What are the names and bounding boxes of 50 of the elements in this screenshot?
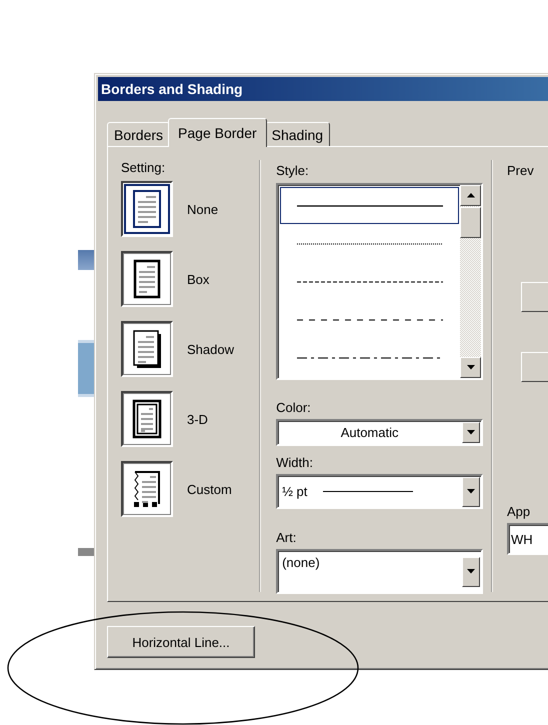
tab[interactable]: Borders xyxy=(107,122,170,146)
window-title: Borders and Shading xyxy=(98,77,548,101)
width-dropdown[interactable]: ½ pt xyxy=(276,474,484,509)
setting-label: Custom xyxy=(187,482,232,496)
scroll-down-button[interactable] xyxy=(460,357,482,378)
field-label: Width: xyxy=(276,455,314,472)
dropdown-arrow-icon xyxy=(467,569,476,574)
field-label: Style: xyxy=(276,163,310,180)
setting-option[interactable] xyxy=(121,321,173,377)
apply-to-field[interactable]: WH xyxy=(507,523,548,555)
art-dropdown[interactable]: (none) xyxy=(276,549,484,594)
dropdown-arrow-icon xyxy=(467,430,476,435)
boxed-page-icon xyxy=(132,259,162,299)
line-style-icon xyxy=(296,281,443,283)
section-label: Setting: xyxy=(121,160,166,177)
shadowed-page-icon xyxy=(132,329,162,369)
line-style-option[interactable] xyxy=(280,187,460,224)
document-header-bar xyxy=(78,250,94,270)
setting-option[interactable] xyxy=(121,391,173,447)
scroll-up-button[interactable] xyxy=(460,185,482,206)
setting-label: 3-D xyxy=(187,412,208,426)
border-toggle-button[interactable] xyxy=(521,352,548,382)
border-toggle-button[interactable] xyxy=(521,282,548,312)
framed-page-icon xyxy=(132,399,162,439)
horizontal-line-button[interactable]: Horizontal Line... xyxy=(107,626,255,658)
section-label: Prev xyxy=(507,163,535,180)
field-label: App xyxy=(507,504,532,521)
style-list[interactable] xyxy=(276,183,484,380)
tab[interactable]: Shading xyxy=(264,122,330,146)
line-style-icon xyxy=(296,204,443,207)
scroll-thumb[interactable] xyxy=(460,207,482,238)
tab[interactable]: Page Border xyxy=(168,118,267,147)
field-label: Color: xyxy=(276,400,312,417)
document-banner xyxy=(78,340,94,397)
line-style-icon xyxy=(296,357,443,360)
field-label: Art: xyxy=(276,530,298,547)
custom-border-page-icon xyxy=(132,469,162,509)
setting-option[interactable] xyxy=(121,251,173,307)
setting-label: Shadow xyxy=(187,342,234,356)
setting-label: None xyxy=(187,202,218,216)
line-style-icon xyxy=(296,319,443,322)
line-style-icon xyxy=(296,242,443,245)
setting-option[interactable] xyxy=(121,461,173,517)
blank-page-icon xyxy=(132,189,162,229)
up-arrow-icon xyxy=(466,193,475,198)
dropdown-arrow-icon xyxy=(467,489,476,494)
color-dropdown[interactable]: Automatic xyxy=(276,419,484,446)
down-arrow-icon xyxy=(466,365,475,370)
setting-option[interactable] xyxy=(121,181,173,237)
setting-label: Box xyxy=(187,272,210,286)
